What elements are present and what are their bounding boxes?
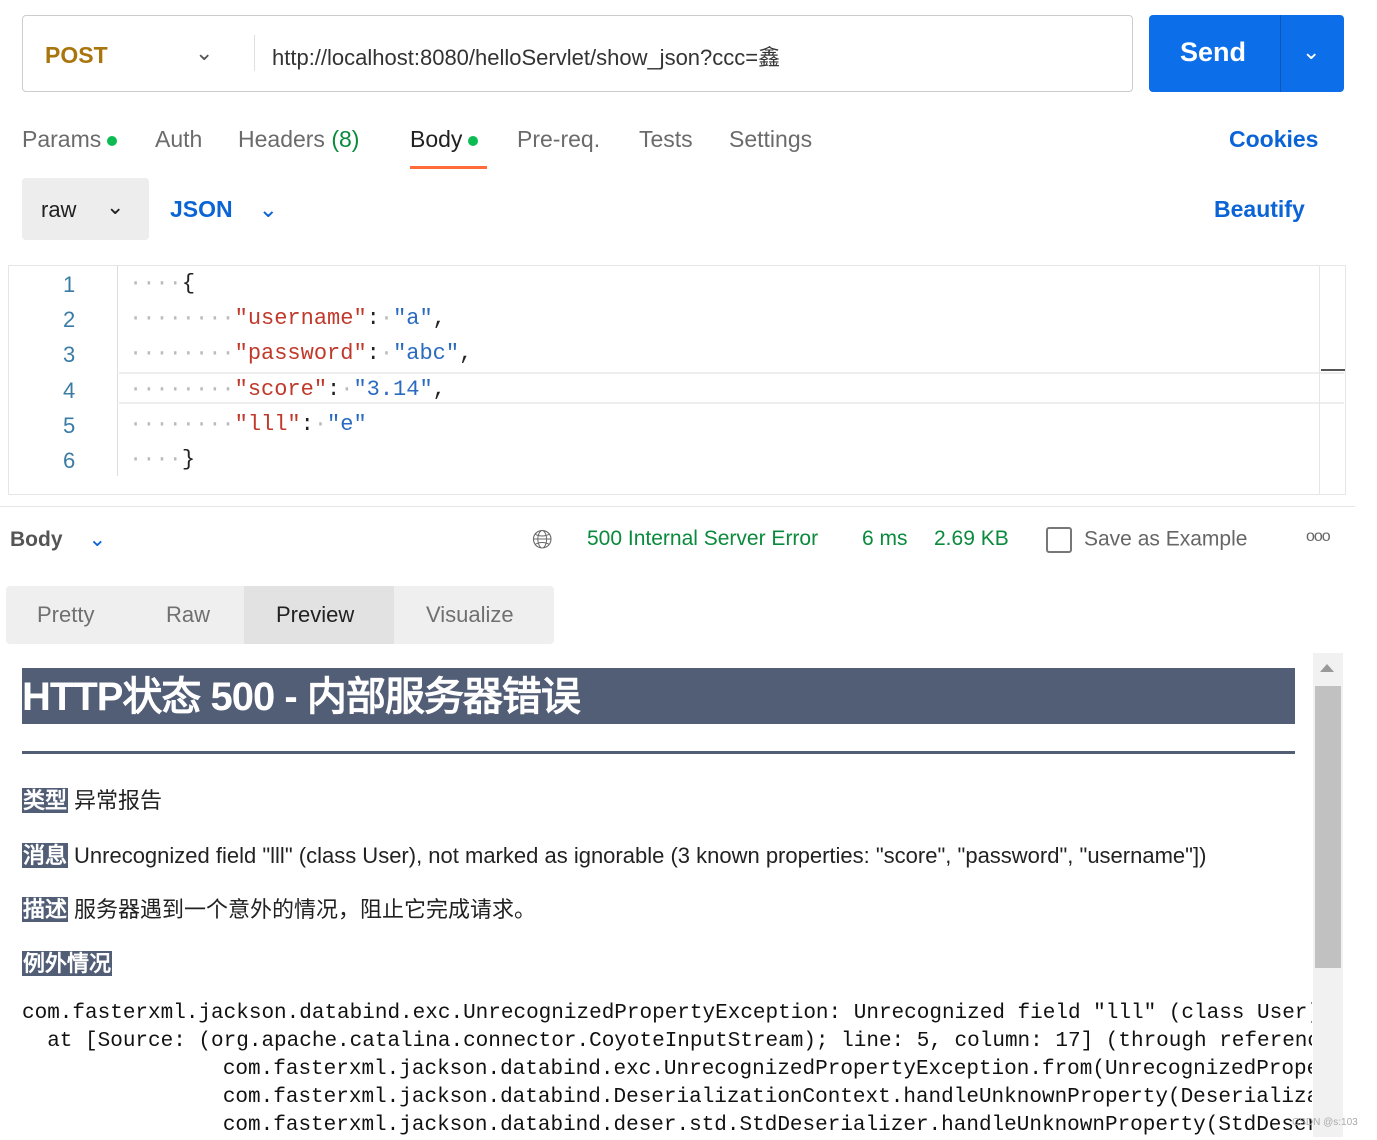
tab-label: Preview: [276, 602, 355, 627]
response-label: Body: [10, 528, 63, 551]
trace-line: com.fasterxml.jackson.databind.exc.Unrec…: [22, 1002, 1312, 1025]
globe-icon[interactable]: 🌐︎: [532, 524, 553, 556]
save-label: Save as Example: [1084, 527, 1248, 551]
line-number: 1: [63, 272, 76, 297]
body-mode-value: raw: [41, 197, 77, 222]
code-line: ········"lll":·"e": [129, 412, 367, 437]
divider: [254, 35, 255, 71]
status-dot: [468, 135, 479, 146]
code-line: ········"username":·"a",: [129, 306, 446, 331]
tab-label: Headers: [238, 126, 325, 152]
tab-label: Params: [22, 126, 102, 152]
status-code[interactable]: 500 Internal Server Error: [587, 527, 818, 551]
trace-line: at [Source: (org.apache.catalina.connect…: [47, 1030, 1312, 1053]
tab-raw[interactable]: Raw: [166, 602, 210, 628]
response-body-select[interactable]: Body ⌄: [10, 527, 106, 552]
exception-row: 例外情况: [22, 946, 118, 978]
scroll-up-arrow-icon[interactable]: [1320, 664, 1334, 672]
error-title: HTTP状态 500 - 内部服务器错误: [22, 668, 1295, 724]
type-value: 异常报告: [74, 788, 163, 813]
tab-preview[interactable]: Preview: [244, 586, 394, 644]
tab-pre-req[interactable]: Pre-req.: [517, 126, 600, 153]
code-line: ····}: [129, 447, 196, 472]
code-line: ········"password":·"abc",: [129, 341, 473, 366]
description-value: 服务器遇到一个意外的情况，阻止它完成请求。: [74, 897, 537, 922]
code-line: ····{: [129, 271, 196, 296]
chevron-down-icon[interactable]: ⌄: [195, 40, 213, 66]
tab-auth[interactable]: Auth: [155, 126, 202, 153]
status-dot: [107, 135, 118, 146]
description-label: 描述: [22, 897, 69, 922]
cookies-link[interactable]: Cookies: [1229, 126, 1318, 153]
message-value: Unrecognized field "lll" (class User), n…: [74, 843, 1207, 868]
scrollbar-thumb[interactable]: [1315, 686, 1341, 968]
more-options-icon[interactable]: ooo: [1306, 528, 1331, 546]
gutter-divider: [117, 266, 118, 476]
tab-visualize[interactable]: Visualize: [426, 602, 514, 628]
chevron-down-icon: ⌄: [258, 196, 278, 222]
send-label: Send: [1180, 37, 1247, 67]
message-label: 消息: [22, 843, 69, 868]
divider: [22, 751, 1295, 754]
save-as-example-button[interactable]: Save as Example: [1046, 527, 1247, 553]
line-number: 2: [63, 307, 76, 332]
response-time[interactable]: 6 ms: [862, 527, 908, 551]
url-input[interactable]: http://localhost:8080/helloServlet/show_…: [272, 40, 780, 72]
trace-line: com.fasterxml.jackson.databind.exc.Unrec…: [222, 1058, 1312, 1081]
save-icon: [1046, 527, 1072, 553]
exception-label: 例外情况: [22, 951, 113, 976]
response-size[interactable]: 2.69 KB: [934, 527, 1009, 551]
body-format-value: JSON: [170, 196, 233, 222]
beautify-button[interactable]: Beautify: [1214, 196, 1305, 223]
headers-count: (8): [331, 126, 360, 152]
chevron-down-icon[interactable]: ⌄: [1302, 39, 1320, 65]
tab-body[interactable]: Body: [410, 126, 479, 153]
tab-params[interactable]: Params: [22, 126, 118, 153]
code-line: ········"score":·"3.14",: [129, 377, 446, 402]
tab-headers[interactable]: Headers (8): [238, 126, 359, 153]
line-number: 6: [63, 448, 76, 473]
body-mode-select[interactable]: raw ⌄: [22, 178, 149, 240]
watermark: CSDN @s:103: [1292, 1117, 1358, 1128]
line-number: 4: [63, 378, 76, 403]
chevron-down-icon: ⌄: [106, 194, 125, 219]
method-select[interactable]: POST: [45, 42, 108, 69]
tab-tests[interactable]: Tests: [639, 126, 693, 153]
scroll-marker: [1321, 369, 1345, 371]
chevron-down-icon: ⌄: [88, 528, 107, 551]
tab-settings[interactable]: Settings: [729, 126, 812, 153]
body-format-select[interactable]: JSON ⌄: [170, 196, 278, 223]
tab-label: Body: [410, 126, 463, 152]
line-number: 5: [63, 413, 76, 438]
message-row: 消息 Unrecognized field "lll" (class User),…: [22, 838, 1206, 870]
trace-line: com.fasterxml.jackson.databind.Deseriali…: [222, 1086, 1312, 1109]
type-row: 类型 异常报告: [22, 783, 162, 815]
code-editor[interactable]: 1 2 3 4 5 6 ····{ ········"username":·"a…: [8, 265, 1346, 495]
send-button[interactable]: Send ⌄: [1149, 15, 1344, 92]
trace-line: com.fasterxml.jackson.databind.deser.std…: [222, 1114, 1312, 1137]
description-row: 描述 服务器遇到一个意外的情况，阻止它完成请求。: [22, 892, 536, 924]
response-view-tabs: Pretty Raw Preview Visualize: [6, 586, 554, 644]
tab-pretty[interactable]: Pretty: [37, 602, 94, 628]
type-label: 类型: [22, 788, 69, 813]
line-number: 3: [63, 342, 76, 367]
stack-trace: com.fasterxml.jackson.databind.exc.Unrec…: [22, 1000, 1312, 1140]
active-tab-indicator: [410, 166, 487, 169]
